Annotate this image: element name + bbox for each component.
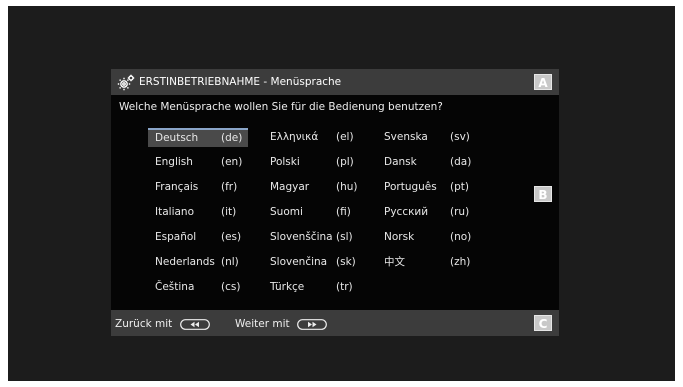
language-name: Slovenčina <box>270 256 328 268</box>
language-item-en[interactable]: English (en) <box>148 153 248 172</box>
language-item-tr[interactable]: Türkçe (tr) <box>263 278 363 297</box>
dialog-title: ERSTINBETRIEBNAHME - Menüsprache <box>139 76 342 88</box>
language-code: (pt) <box>450 181 469 193</box>
badge-c: C <box>534 315 552 331</box>
language-code: (da) <box>450 156 472 168</box>
language-code: (nl) <box>221 256 239 268</box>
menu-language-dialog: ERSTINBETRIEBNAHME - Menüsprache A Welch… <box>111 69 559 310</box>
badge-b: B <box>534 186 552 202</box>
language-name: Русский <box>384 206 429 218</box>
language-item-pt[interactable]: Português (pt) <box>377 178 477 197</box>
language-item-pl[interactable]: Polski (pl) <box>263 153 363 172</box>
language-item-da[interactable]: Dansk (da) <box>377 153 477 172</box>
question-text: Welche Menüsprache wollen Sie für die Be… <box>119 101 443 113</box>
language-item-zh[interactable]: 中文 (zh) <box>377 253 477 272</box>
badge-a: A <box>534 74 552 90</box>
language-name: English <box>155 156 193 168</box>
language-grid: Deutsch (de) English (en) Français (fr) … <box>148 128 471 304</box>
language-code: (fr) <box>221 181 238 193</box>
language-item-ru[interactable]: Русский (ru) <box>377 203 477 222</box>
language-code: (no) <box>450 231 472 243</box>
language-item-sk[interactable]: Slovenčina (sk) <box>263 253 363 272</box>
language-item-sv[interactable]: Svenska (sv) <box>377 128 477 147</box>
language-name: Dansk <box>384 156 417 168</box>
next-label: Weiter mit <box>235 318 290 330</box>
language-name: Čeština <box>155 281 195 293</box>
language-code: (pl) <box>336 156 354 168</box>
language-code: (de) <box>221 132 243 144</box>
language-code: (sk) <box>336 256 356 268</box>
language-name: Svenska <box>384 131 428 143</box>
language-code: (zh) <box>450 256 471 268</box>
language-code: (cs) <box>221 281 241 293</box>
language-code: (fi) <box>336 206 351 218</box>
language-name: 中文 <box>384 256 405 268</box>
language-name: Polski <box>270 156 300 168</box>
language-code: (it) <box>221 206 237 218</box>
language-code: (en) <box>221 156 243 168</box>
fast-forward-key-icon <box>297 318 327 330</box>
language-name: Português <box>384 181 437 193</box>
language-item-no[interactable]: Norsk (no) <box>377 228 477 247</box>
language-item-nl[interactable]: Nederlands (nl) <box>148 253 248 272</box>
language-name: Nederlands <box>155 256 215 268</box>
language-item-cs[interactable]: Čeština (cs) <box>148 278 248 297</box>
language-item-es[interactable]: Español (es) <box>148 228 248 247</box>
language-name: Italiano <box>155 206 194 218</box>
language-name: Ελληνικά <box>270 131 319 143</box>
language-code: (hu) <box>336 181 358 193</box>
gear-icon <box>117 74 135 91</box>
language-code: (es) <box>221 231 242 243</box>
language-code: (sv) <box>450 131 470 143</box>
rewind-key-icon <box>179 318 210 330</box>
language-item-hu[interactable]: Magyar (hu) <box>263 178 363 197</box>
back-label: Zurück mit <box>115 318 173 330</box>
language-item-fr[interactable]: Français (fr) <box>148 178 248 197</box>
language-code: (el) <box>336 131 354 143</box>
back-hint[interactable]: Zurück mit <box>115 317 210 331</box>
next-hint[interactable]: Weiter mit <box>235 317 327 331</box>
language-name: Slovenščina <box>270 231 333 243</box>
language-name: Magyar <box>270 181 310 193</box>
language-item-el[interactable]: Ελληνικά (el) <box>263 128 363 147</box>
language-item-it[interactable]: Italiano (it) <box>148 203 248 222</box>
language-name: Français <box>155 181 199 193</box>
language-item-sl[interactable]: Slovenščina (sl) <box>263 228 363 247</box>
language-code: (tr) <box>336 281 353 293</box>
language-code: (sl) <box>336 231 353 243</box>
language-name: Türkçe <box>270 281 305 293</box>
language-code: (ru) <box>450 206 470 218</box>
language-item-de[interactable]: Deutsch (de) <box>148 128 248 147</box>
language-name: Deutsch <box>155 132 199 144</box>
language-name: Suomi <box>270 206 303 218</box>
tv-screen: ERSTINBETRIEBNAHME - Menüsprache A Welch… <box>8 6 675 381</box>
language-name: Norsk <box>384 231 415 243</box>
language-name: Español <box>155 231 197 243</box>
title-bar: ERSTINBETRIEBNAHME - Menüsprache A <box>111 69 559 95</box>
footer-bar: Zurück mit Weiter mit C <box>111 310 559 336</box>
language-item-fi[interactable]: Suomi (fi) <box>263 203 363 222</box>
